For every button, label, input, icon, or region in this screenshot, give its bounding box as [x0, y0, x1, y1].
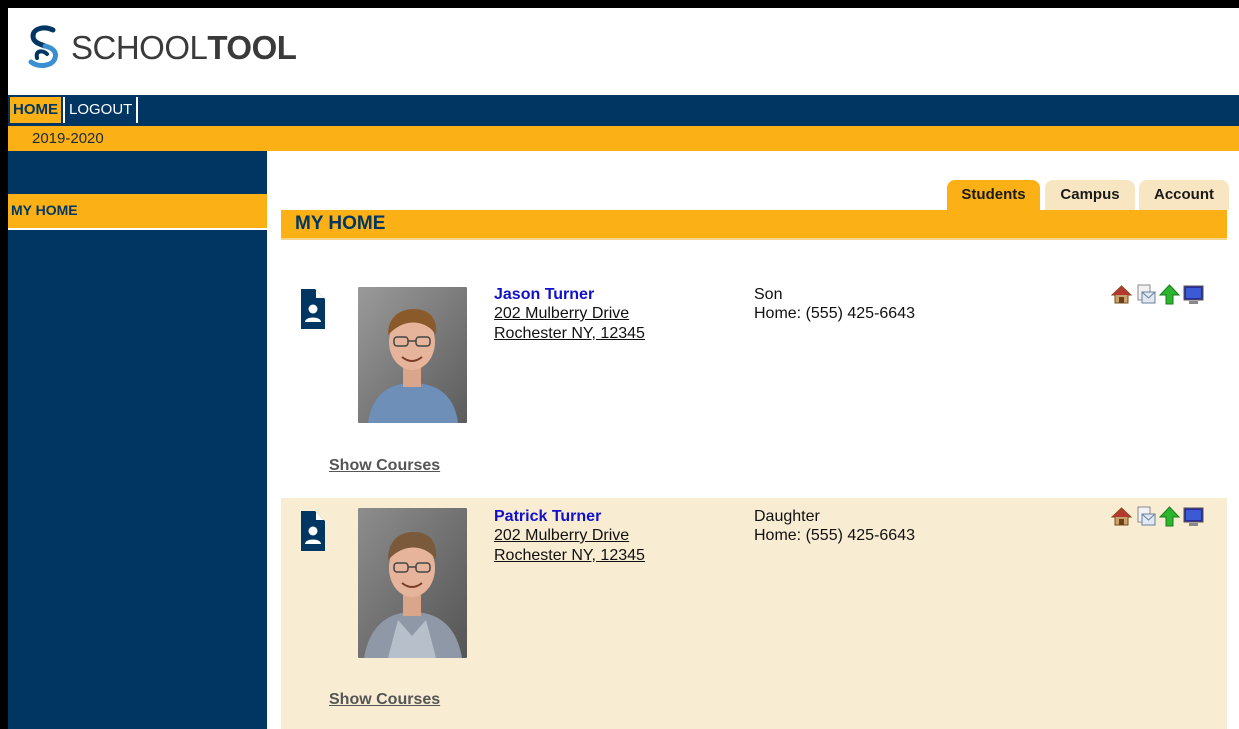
student-address-line1[interactable]: 202 Mulberry Drive [494, 527, 629, 545]
student-relation: Daughter [754, 508, 820, 525]
student-address-line2[interactable]: Rochester NY, 12345 [494, 325, 645, 343]
tab-students[interactable]: Students [947, 180, 1040, 210]
student-profile-icon[interactable] [301, 511, 325, 551]
green-arrow-up-icon[interactable] [1159, 506, 1180, 527]
page-title: MY HOME [295, 213, 386, 234]
mail-icon[interactable] [1135, 284, 1156, 305]
green-arrow-up-icon[interactable] [1159, 284, 1180, 305]
sidebar: MY HOME [8, 151, 267, 729]
logo-text: SCHOOLTOOL [71, 29, 297, 67]
section-header: MY HOME [281, 210, 1227, 240]
student-relation: Son [754, 286, 783, 303]
student-photo [358, 508, 467, 658]
student-name-link[interactable]: Patrick Turner [494, 508, 601, 526]
student-phone: Home: (555) 425-6643 [754, 527, 915, 544]
computer-icon[interactable] [1183, 506, 1204, 527]
top-nav: HOME LOGOUT [8, 95, 1239, 126]
nav-logout-button[interactable]: LOGOUT [63, 97, 139, 123]
show-courses-link[interactable]: Show Courses [329, 691, 440, 709]
logo-text-light: SCHOOL [71, 29, 208, 66]
student-action-icons [1111, 284, 1204, 308]
student-name-link[interactable]: Jason Turner [494, 286, 594, 304]
nav-home-button[interactable]: HOME [10, 97, 61, 123]
school-year-bar: 2019-2020 [8, 126, 1239, 151]
student-address-line2[interactable]: Rochester NY, 12345 [494, 547, 645, 565]
sidebar-item-my-home[interactable]: MY HOME [8, 194, 267, 230]
computer-icon[interactable] [1183, 284, 1204, 305]
student-photo [358, 287, 467, 423]
mail-icon[interactable] [1135, 506, 1156, 527]
school-year: 2019-2020 [32, 130, 104, 147]
show-courses-link[interactable]: Show Courses [329, 457, 440, 475]
main-content: Students Campus Account MY HOME Jason Tu… [267, 151, 1239, 729]
logo[interactable]: SCHOOLTOOL [23, 24, 297, 72]
student-action-icons [1111, 506, 1204, 530]
student-row: Patrick Turner 202 Mulberry Drive Roches… [281, 498, 1227, 729]
student-row: Jason Turner 202 Mulberry Drive Rocheste… [281, 258, 1227, 498]
app-root: SCHOOLTOOL HOME LOGOUT 2019-2020 MY HOME… [8, 8, 1239, 729]
sidebar-item-label: MY HOME [11, 202, 78, 218]
student-address-line1[interactable]: 202 Mulberry Drive [494, 305, 629, 323]
header: SCHOOLTOOL [8, 8, 1239, 95]
student-profile-icon[interactable] [301, 289, 325, 329]
house-icon[interactable] [1111, 284, 1132, 305]
tab-account[interactable]: Account [1139, 180, 1229, 210]
tab-campus[interactable]: Campus [1045, 180, 1135, 210]
logo-text-bold: TOOL [207, 29, 297, 66]
house-icon[interactable] [1111, 506, 1132, 527]
student-phone: Home: (555) 425-6643 [754, 305, 915, 322]
schooltool-logo-icon [28, 25, 58, 68]
